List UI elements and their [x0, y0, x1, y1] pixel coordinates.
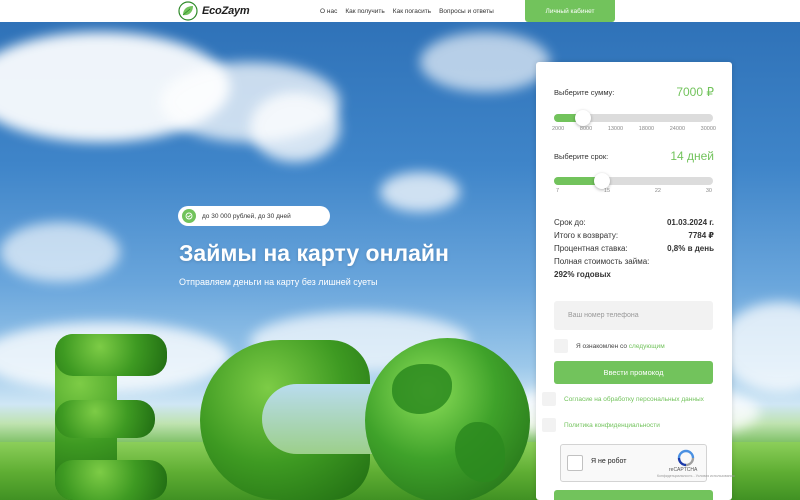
interest-rate-value: 0,8% в день — [667, 244, 714, 253]
leaf-logo-icon — [178, 1, 198, 21]
loan-calculator: Выберите сумму: 7000 ₽ 2000 8000 13000 1800… — [536, 62, 734, 500]
term-tick-3: 30 — [705, 188, 712, 194]
recaptcha-label: Я не робот — [591, 458, 627, 465]
cloud-shape — [0, 222, 120, 282]
agree-text-label: Я ознакомлен со — [576, 342, 629, 350]
term-tick-0: 7 — [556, 188, 560, 194]
term-until-value: 01.03.2024 г. — [666, 218, 714, 227]
term-slider[interactable] — [554, 173, 713, 189]
nav-link-faq[interactable]: Вопросы и ответы — [439, 8, 494, 15]
amount-tick-5: 30000 — [700, 126, 716, 132]
recaptcha-logo-icon — [677, 449, 695, 467]
consent-link[interactable]: Согласие на обработку персональных данны… — [564, 396, 704, 403]
term-label: Выберите срок: — [554, 152, 609, 161]
grass-letter-e-top — [55, 334, 167, 376]
term-until-label: Срок до: — [554, 218, 586, 227]
amount-label: Выберите сумму: — [554, 88, 615, 97]
agree-checkbox[interactable] — [554, 339, 568, 353]
grass-globe — [365, 338, 530, 500]
nav-link-how-to-get[interactable]: Как получить — [345, 8, 384, 15]
privacy-checkbox[interactable] — [542, 418, 556, 432]
amount-tick-4: 24000 — [669, 126, 686, 132]
main-nav: О нас Как получить Как погасить Вопросы … — [320, 0, 494, 22]
term-tick-1: 15 — [603, 188, 611, 194]
amount-tick-1: 8000 — [579, 126, 593, 132]
interest-rate-label: Процентная ставка: — [554, 244, 628, 253]
term-value: 14 дней — [670, 149, 714, 163]
recaptcha-brand: reCAPTCHA — [669, 467, 698, 473]
site-header: EcoZaym О нас Как получить Как погасить … — [0, 0, 800, 22]
hero-subtitle: Отправляем деньги на карту без лишней су… — [179, 277, 378, 287]
amount-slider-handle[interactable] — [575, 110, 591, 126]
recaptcha-checkbox[interactable] — [567, 455, 583, 471]
consent-row: Согласие на обработку персональных данны… — [542, 392, 704, 406]
amount-slider[interactable] — [554, 110, 713, 126]
agree-row: Я ознакомлен со следующим — [554, 339, 665, 353]
privacy-row: Политика конфиденциальности — [542, 418, 660, 432]
cloud-shape — [380, 172, 460, 212]
grass-letter-e-middle — [55, 400, 155, 438]
grass-letter-c-gap — [262, 384, 382, 454]
cloud-shape — [250, 92, 340, 162]
total-repay-value: 7784 ₽ — [688, 231, 714, 240]
hero-title: Займы на карту онлайн — [179, 240, 449, 266]
badge-text: до 30 000 рублей, до 30 дней — [202, 212, 291, 220]
logo[interactable]: EcoZaym — [178, 0, 250, 22]
full-cost-label: Полная стоимость займа: — [554, 257, 650, 266]
amount-ticks: 2000 8000 13000 18000 24000 30000 — [552, 126, 716, 132]
amount-tick-3: 18000 — [638, 126, 655, 132]
amount-tick-0: 2000 — [552, 126, 565, 132]
loan-limit-badge: до 30 000 рублей, до 30 дней — [178, 206, 330, 226]
cloud-shape — [420, 32, 550, 92]
check-circle-icon — [182, 209, 196, 223]
full-cost-value: 292% годовых — [554, 270, 611, 279]
personal-cabinet-button[interactable]: Личный кабинет — [525, 0, 615, 22]
logo-text: EcoZaym — [202, 5, 250, 17]
amount-value: 7000 ₽ — [676, 85, 714, 99]
grass-letter-e-bottom — [55, 460, 167, 500]
recaptcha-terms[interactable]: Конфиденциальность - Условия использован… — [657, 474, 734, 478]
agree-link[interactable]: следующим — [629, 343, 665, 350]
term-slider-handle[interactable] — [594, 173, 610, 189]
consent-checkbox[interactable] — [542, 392, 556, 406]
term-ticks: 7 15 22 30 — [556, 188, 712, 194]
privacy-policy-link[interactable]: Политика конфиденциальности — [564, 422, 660, 429]
nav-link-about[interactable]: О нас — [320, 8, 337, 15]
cloud-shape — [720, 302, 800, 392]
enter-promo-code-button[interactable]: Ввести промокод — [554, 361, 713, 384]
recaptcha-widget: Я не робот reCAPTCHA Конфиденциальность … — [560, 444, 734, 482]
submit-button[interactable] — [554, 490, 713, 500]
amount-tick-2: 13000 — [607, 126, 624, 132]
phone-input[interactable] — [554, 301, 713, 330]
total-repay-label: Итого к возврату: — [554, 231, 619, 240]
term-tick-2: 22 — [654, 188, 661, 194]
nav-link-how-to-repay[interactable]: Как погасить — [393, 8, 431, 15]
agree-text: Я ознакомлен со следующим — [576, 343, 665, 350]
